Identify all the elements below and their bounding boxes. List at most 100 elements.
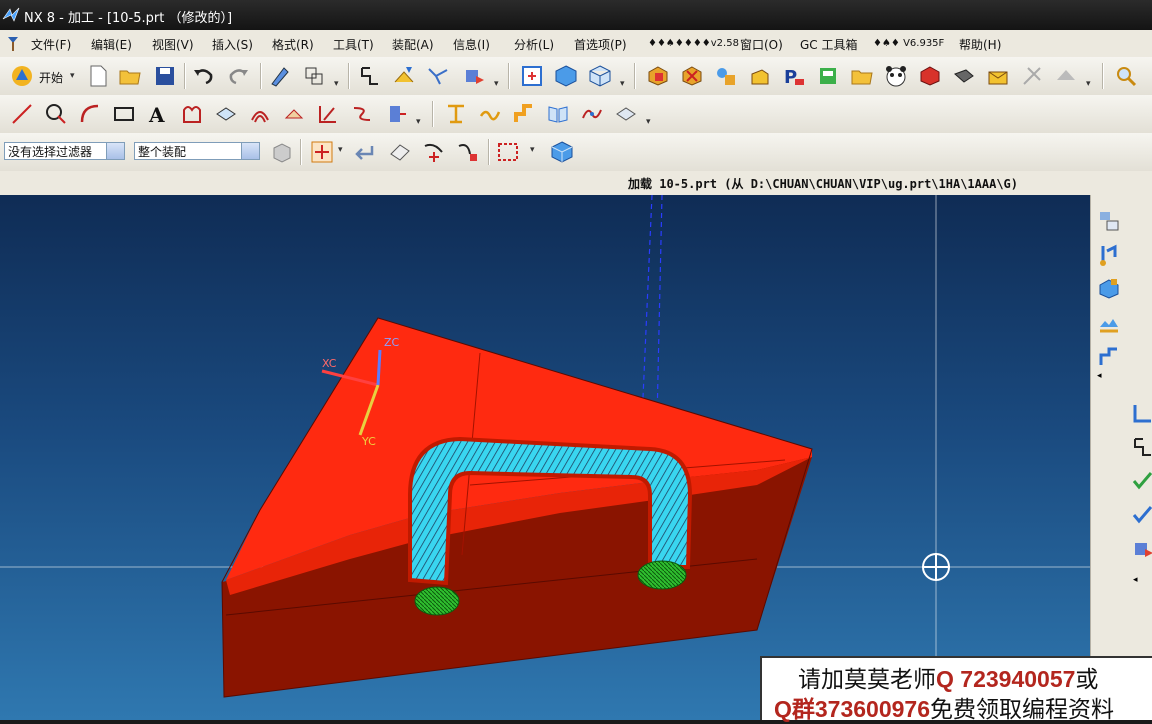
assembly-filter-select[interactable]: 整个装配 bbox=[134, 142, 260, 160]
disabled-machine-icon[interactable] bbox=[1054, 64, 1078, 88]
start-button[interactable]: 开始 bbox=[39, 69, 63, 86]
machine-navigator-icon[interactable] bbox=[1097, 277, 1121, 301]
undo-icon[interactable] bbox=[192, 64, 216, 88]
menu-information[interactable]: 信息(I) bbox=[453, 36, 490, 53]
more-dropdown-icon[interactable]: ▾ bbox=[1086, 79, 1091, 89]
postprocess-icon[interactable] bbox=[462, 64, 486, 88]
more-dropdown-icon[interactable]: ▾ bbox=[620, 79, 625, 89]
sweep-icon[interactable] bbox=[512, 102, 536, 126]
watermark-text: Q群 bbox=[774, 696, 815, 722]
open-folder-icon[interactable] bbox=[118, 64, 142, 88]
toolpath-list-icon[interactable] bbox=[1131, 435, 1152, 459]
create-tool-icon[interactable] bbox=[680, 64, 704, 88]
book-curve-icon[interactable] bbox=[546, 102, 570, 126]
bridge-curve-icon[interactable] bbox=[350, 102, 374, 126]
snap-point-icon[interactable] bbox=[310, 140, 334, 164]
separator bbox=[260, 63, 262, 89]
new-file-icon[interactable] bbox=[86, 64, 110, 88]
eraser-icon[interactable] bbox=[388, 140, 412, 164]
offset-curve-icon[interactable] bbox=[248, 102, 272, 126]
method-navigator-icon[interactable] bbox=[1097, 345, 1121, 369]
wave-curve-icon[interactable] bbox=[478, 102, 502, 126]
menu-analysis[interactable]: 分析(L) bbox=[514, 36, 554, 53]
find-icon[interactable] bbox=[1114, 64, 1138, 88]
edit-tool-icon[interactable] bbox=[268, 64, 292, 88]
more-dropdown-icon[interactable]: ▾ bbox=[334, 79, 339, 89]
menu-plugin[interactable]: ♦♦♠♦♦♦♦v2.58 bbox=[648, 38, 739, 49]
create-method-icon[interactable] bbox=[748, 64, 772, 88]
more-dropdown-icon[interactable]: ◂ bbox=[1097, 371, 1102, 381]
selection-scope-icon[interactable] bbox=[270, 140, 294, 164]
menu-insert[interactable]: 插入(S) bbox=[212, 36, 253, 53]
intersect-curve-icon[interactable] bbox=[316, 102, 340, 126]
output-folder-icon[interactable] bbox=[850, 64, 874, 88]
point-constructor-icon[interactable] bbox=[422, 140, 446, 164]
disabled-tool-icon[interactable] bbox=[1020, 64, 1044, 88]
text-icon[interactable]: A bbox=[146, 102, 170, 126]
menu-window[interactable]: 窗口(O) bbox=[740, 36, 783, 53]
shaded-view-icon[interactable] bbox=[554, 64, 578, 88]
return-icon[interactable] bbox=[352, 140, 376, 164]
arc-icon[interactable] bbox=[44, 102, 68, 126]
tool-holder-icon[interactable] bbox=[952, 64, 976, 88]
menu-edit[interactable]: 编辑(E) bbox=[91, 36, 132, 53]
start-dropdown-icon[interactable]: ▾ bbox=[70, 71, 75, 81]
menu-gc-toolbox[interactable]: GC 工具箱 bbox=[800, 36, 858, 53]
wcs-tool-icon[interactable] bbox=[302, 64, 326, 88]
wrap-curve-icon[interactable] bbox=[614, 102, 638, 126]
tool-navigator-icon[interactable] bbox=[1097, 243, 1121, 267]
more-dropdown-icon[interactable]: ▾ bbox=[530, 145, 535, 155]
spline-shape-icon[interactable] bbox=[180, 102, 204, 126]
post-icon[interactable] bbox=[1131, 537, 1152, 561]
part-model: XC YC ZC bbox=[0, 195, 1090, 720]
more-dropdown-icon[interactable]: ◂ bbox=[1133, 575, 1138, 585]
create-operation-icon[interactable]: P bbox=[782, 64, 806, 88]
verify-toolpath-icon[interactable] bbox=[426, 64, 450, 88]
wireframe-view-icon[interactable] bbox=[588, 64, 612, 88]
envelope-icon[interactable] bbox=[986, 64, 1010, 88]
curve-arc-icon[interactable] bbox=[78, 102, 102, 126]
program-order-icon[interactable] bbox=[1131, 401, 1152, 425]
generate-toolpath-icon[interactable] bbox=[392, 64, 416, 88]
save-icon[interactable] bbox=[153, 64, 177, 88]
more-dropdown-icon[interactable]: ▾ bbox=[646, 117, 651, 127]
menu-plugin-version[interactable]: ♦♠♦ V6.935F bbox=[873, 38, 944, 49]
line-icon[interactable] bbox=[10, 102, 34, 126]
chevron-down-icon[interactable] bbox=[106, 143, 124, 159]
redo-icon[interactable] bbox=[226, 64, 250, 88]
red-cube-icon[interactable] bbox=[918, 64, 942, 88]
rectangle-icon[interactable] bbox=[112, 102, 136, 126]
verify-icon[interactable] bbox=[1131, 503, 1152, 527]
menu-format[interactable]: 格式(R) bbox=[272, 36, 314, 53]
create-geometry-icon[interactable] bbox=[714, 64, 738, 88]
geometry-navigator-icon[interactable] bbox=[1097, 311, 1121, 335]
menu-help[interactable]: 帮助(H) bbox=[959, 36, 1001, 53]
extract-curve-icon[interactable] bbox=[384, 102, 408, 126]
view-cube-icon[interactable] bbox=[550, 140, 574, 164]
chevron-down-icon[interactable] bbox=[241, 143, 259, 159]
menu-view[interactable]: 视图(V) bbox=[152, 36, 194, 53]
spline-points-icon[interactable] bbox=[580, 102, 604, 126]
check-icon[interactable] bbox=[1131, 469, 1152, 493]
create-program-icon[interactable] bbox=[646, 64, 670, 88]
more-dropdown-icon[interactable]: ▾ bbox=[338, 145, 343, 155]
shop-doc-icon[interactable] bbox=[816, 64, 840, 88]
rectangle-select-icon[interactable] bbox=[496, 140, 520, 164]
operation-navigator-icon[interactable] bbox=[1097, 209, 1121, 233]
menu-preferences[interactable]: 首选项(P) bbox=[574, 36, 627, 53]
menu-file[interactable]: 文件(F) bbox=[31, 36, 71, 53]
surface-icon[interactable] bbox=[214, 102, 238, 126]
text-on-curve-icon[interactable] bbox=[444, 102, 468, 126]
start-icon[interactable] bbox=[10, 64, 34, 88]
panda-icon[interactable] bbox=[884, 64, 908, 88]
menu-assemblies[interactable]: 装配(A) bbox=[392, 36, 434, 53]
project-curve-icon[interactable] bbox=[282, 102, 306, 126]
type-filter-select[interactable]: 没有选择过滤器 bbox=[4, 142, 125, 160]
more-dropdown-icon[interactable]: ▾ bbox=[416, 117, 421, 127]
toolpath-tool-icon[interactable] bbox=[358, 64, 382, 88]
curve-select-icon[interactable] bbox=[456, 140, 480, 164]
menu-tools[interactable]: 工具(T) bbox=[333, 36, 374, 53]
more-dropdown-icon[interactable]: ▾ bbox=[494, 79, 499, 89]
graphics-window[interactable]: XC YC ZC bbox=[0, 195, 1090, 720]
fit-view-icon[interactable] bbox=[520, 64, 544, 88]
